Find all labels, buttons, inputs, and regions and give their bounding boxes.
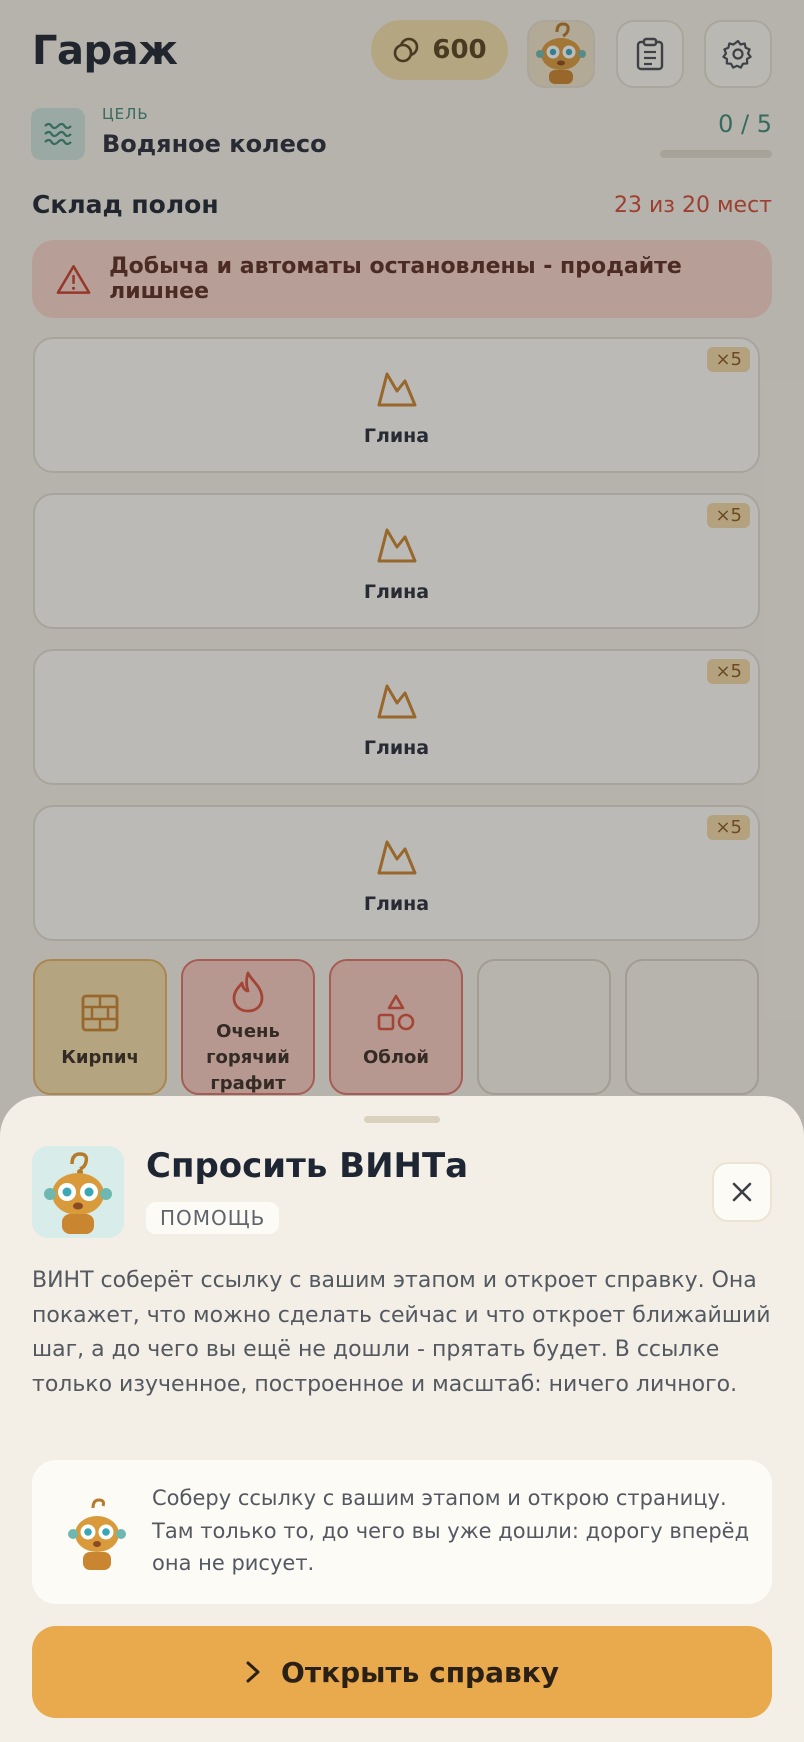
chevron-right-icon (246, 1661, 260, 1683)
close-button[interactable] (712, 1162, 772, 1222)
help-tag: ПОМОЩЬ (146, 1202, 280, 1234)
tip-text: Соберу ссылку с вашим этапом и открою ст… (152, 1486, 750, 1575)
close-icon (732, 1182, 752, 1202)
sheet-description: ВИНТ соберёт ссылку с вашим этапом и отк… (32, 1268, 771, 1397)
help-bottom-sheet: Спросить ВИНТа ПОМОЩЬ ВИНТ соберёт ссылк… (0, 1096, 804, 1742)
open-help-button[interactable]: Открыть справку (32, 1626, 772, 1718)
robot-avatar (32, 1146, 124, 1238)
robot-tip-card: Соберу ссылку с вашим этапом и открою ст… (32, 1460, 772, 1604)
open-help-label: Открыть справку (281, 1655, 559, 1689)
robot-avatar (68, 1498, 126, 1570)
sheet-handle[interactable] (364, 1116, 440, 1123)
sheet-title: Спросить ВИНТа (146, 1146, 469, 1186)
